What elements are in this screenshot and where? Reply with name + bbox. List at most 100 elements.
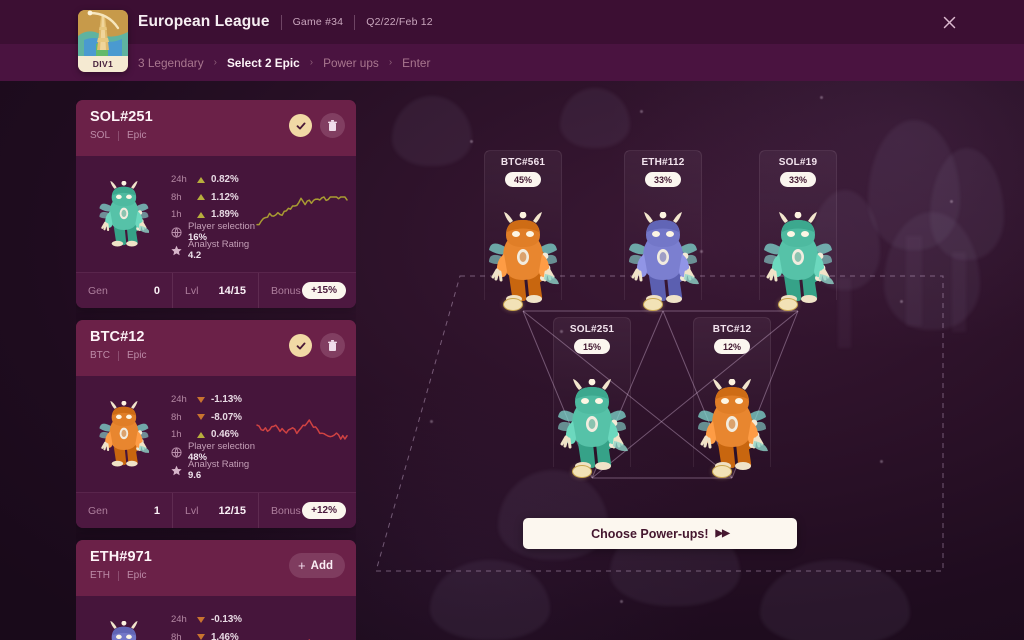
card-stats: 24h -1.13% 8h -8.07% 1h 0.46% Player sel… <box>170 389 256 482</box>
card-rarity: Epic <box>127 130 147 141</box>
analyst-rating-text: Analyst Rating 9.6 <box>187 459 250 482</box>
price-change-value: 1.12% <box>210 191 239 203</box>
arrow-down-icon <box>196 396 205 403</box>
arrow-down-icon <box>196 616 205 623</box>
card-header: ETH#971 ETH Epic + Add <box>76 540 356 596</box>
select-check-button[interactable] <box>289 114 312 137</box>
card-ticker: SOL <box>90 130 111 141</box>
game-number: Game #34 <box>292 16 344 28</box>
add-label: Add <box>310 559 333 572</box>
breadcrumb-item-power-ups[interactable]: Power ups <box>323 56 379 70</box>
check-icon <box>296 122 305 129</box>
choose-powerups-button[interactable]: Choose Power-ups! ▶▶ <box>523 518 797 549</box>
add-button[interactable]: + Add <box>289 553 345 578</box>
card-monster <box>76 376 171 492</box>
check-icon <box>296 342 305 349</box>
division-badge-art <box>78 10 128 56</box>
division-label: DIV1 <box>78 56 128 72</box>
card-body: 24h -0.13% 8h 1.46% 1h 1.23% Playe <box>76 596 356 640</box>
price-change-period: 1h <box>170 429 182 440</box>
breadcrumb: 3 Legendary › Select 2 Epic › Power ups › Ente… <box>0 44 1024 81</box>
gen-value: 1 <box>153 504 160 517</box>
breadcrumb-separator: › <box>213 57 217 68</box>
sparkline-chart <box>256 196 348 226</box>
epic-card[interactable]: SOL#251 SOL Epic 24h 0.82% 8h 1.12% 1h 1… <box>76 100 356 308</box>
formation-monster[interactable] <box>750 184 846 304</box>
formation-node[interactable] <box>778 297 798 311</box>
gen-label: Gen <box>88 504 108 517</box>
bonus-cell: Bonus +15% <box>258 272 356 308</box>
card-actions[interactable] <box>289 113 345 138</box>
price-change-value: -1.13% <box>210 394 242 405</box>
card-actions[interactable]: + Add <box>289 553 345 578</box>
formation-monster[interactable] <box>475 184 571 304</box>
card-body: 24h 0.82% 8h 1.12% 1h 1.89% Player selec… <box>76 156 356 272</box>
formation-slot-name: BTC#12 <box>712 324 752 335</box>
remove-button[interactable] <box>320 333 345 358</box>
formation-slot-name: ETH#112 <box>641 157 685 168</box>
arrow-down-icon <box>196 634 205 640</box>
remove-button[interactable] <box>320 113 345 138</box>
close-icon[interactable] <box>938 11 960 33</box>
trash-icon <box>328 339 337 351</box>
header-divider-2 <box>354 14 356 30</box>
price-change-period: 8h <box>170 411 182 423</box>
choose-powerups-label: Choose Power-ups! <box>591 526 709 541</box>
breadcrumb-item-3-legendary[interactable]: 3 Legendary <box>138 56 204 70</box>
sparkline-chart <box>308 639 311 640</box>
breadcrumb-items: 3 Legendary › Select 2 Epic › Power ups › Ente… <box>138 56 430 70</box>
breadcrumb-item-enter[interactable]: Enter <box>402 56 430 70</box>
formation-monster[interactable] <box>684 351 780 471</box>
formation-node[interactable] <box>503 297 523 311</box>
epic-card-list[interactable]: SOL#251 SOL Epic 24h 0.82% 8h 1.12% 1h 1… <box>76 100 356 640</box>
price-change-row: 24h -1.13% <box>171 391 256 409</box>
subtitle-divider <box>118 570 119 581</box>
breadcrumb-separator: › <box>388 57 393 68</box>
formation-slot-name: BTC#561 <box>500 157 546 168</box>
card-actions[interactable] <box>289 333 345 358</box>
price-change-value: -8.07% <box>210 411 242 423</box>
epic-card[interactable]: ETH#971 ETH Epic + Add 24h -0.13% 8h 1.4… <box>76 540 356 640</box>
price-change-period: 1h <box>170 209 182 220</box>
analyst-rating-text: Analyst Rating 4.2 <box>187 239 250 262</box>
formation-node[interactable] <box>643 297 663 311</box>
formation-node[interactable] <box>572 464 592 478</box>
lvl-label: Lvl <box>185 284 199 297</box>
arrow-up-icon <box>196 431 205 438</box>
card-rarity: Epic <box>127 570 147 581</box>
trash-icon <box>328 119 337 131</box>
bonus-label: Bonus <box>271 504 301 517</box>
card-body: 24h -1.13% 8h -8.07% 1h 0.46% Player sel… <box>76 376 356 492</box>
arrow-down-icon <box>196 414 205 420</box>
select-check-button[interactable] <box>289 334 312 357</box>
monster-art <box>98 180 150 247</box>
header-divider-1 <box>280 14 282 30</box>
card-stats: 24h -0.13% 8h 1.46% 1h 1.23% Playe <box>171 609 256 640</box>
breadcrumb-item-select-2-epic[interactable]: Select 2 Epic <box>227 56 300 70</box>
app-header: European League Game #34 Q2/22/Feb 12 <box>0 0 1024 44</box>
price-change-period: 24h <box>170 614 187 625</box>
card-header: BTC#12 BTC Epic <box>76 320 356 376</box>
formation-monster[interactable] <box>615 184 711 304</box>
gen-cell: Gen 0 <box>76 273 172 309</box>
arrow-up-icon <box>196 211 205 218</box>
gen-cell: Gen 1 <box>76 493 172 529</box>
bonus-cell: Bonus +12% <box>258 492 356 528</box>
formation-slot-name: SOL#19 <box>778 157 818 168</box>
monster-art <box>698 379 768 470</box>
formation-node[interactable] <box>712 464 732 478</box>
price-change-row: 8h -8.07% <box>171 408 256 426</box>
bonus-badge: +15% <box>302 282 346 299</box>
lvl-value: 14/15 <box>218 284 246 297</box>
sparkline-container <box>256 194 356 234</box>
card-header: SOL#251 SOL Epic <box>76 100 356 156</box>
lvl-label: Lvl <box>185 504 199 517</box>
card-ticker: BTC <box>90 350 110 361</box>
price-change-row: 24h 0.82% <box>171 171 256 189</box>
app-root: European League Game #34 Q2/22/Feb 12 3 … <box>0 0 1024 640</box>
sparkline-container <box>256 634 356 640</box>
monster-art <box>629 212 699 303</box>
price-change-row: 24h -0.13% <box>171 611 256 629</box>
epic-card[interactable]: BTC#12 BTC Epic 24h -1.13% 8h -8.07% 1h … <box>76 320 356 528</box>
formation-monster[interactable] <box>544 351 640 471</box>
